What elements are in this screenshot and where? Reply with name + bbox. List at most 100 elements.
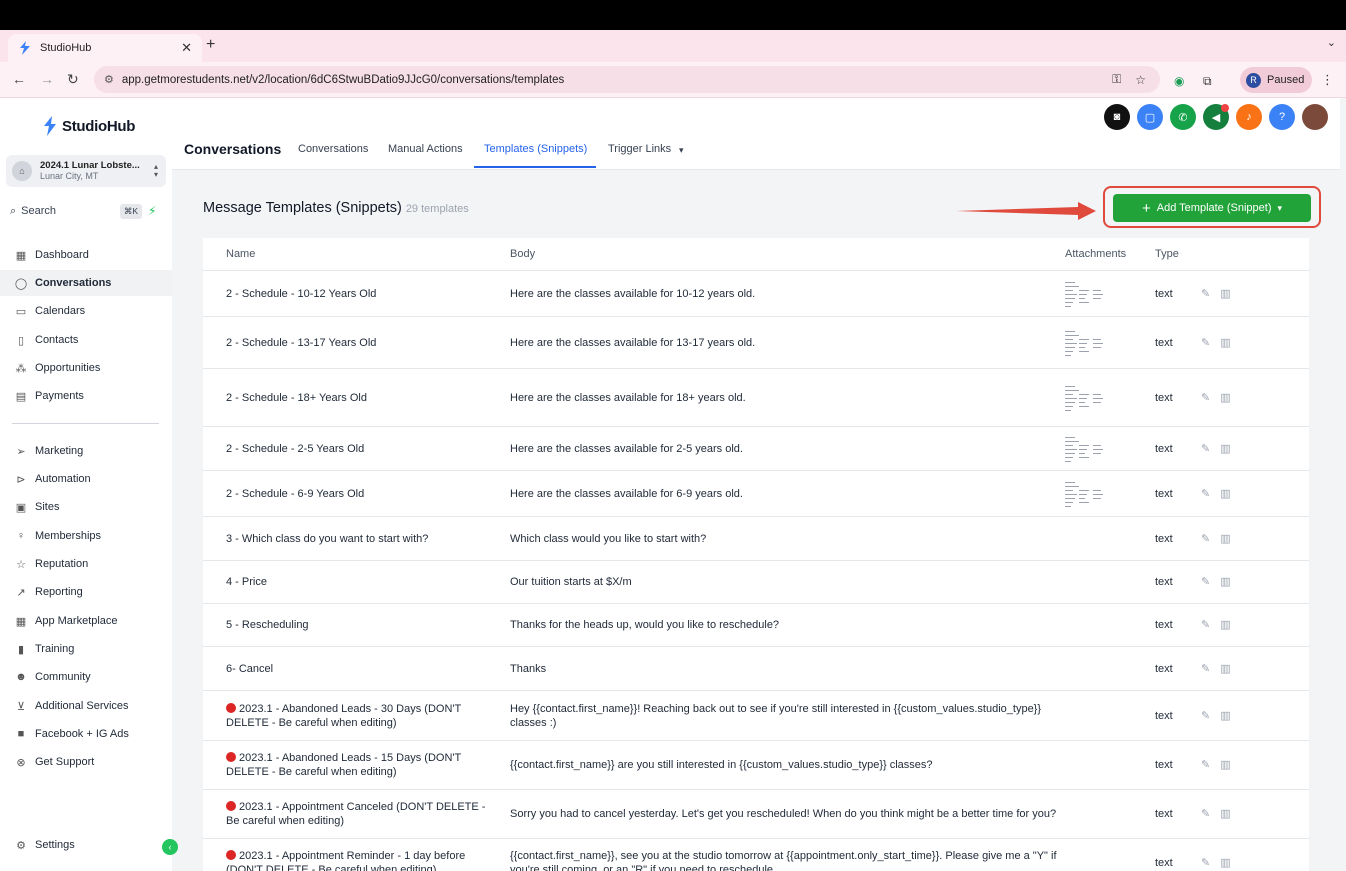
tab-trigger-links[interactable]: Trigger Links [608,143,671,155]
sidebar-item-payments[interactable]: ▤ Payments [0,383,172,409]
trash-icon[interactable]: ▥ [1220,575,1230,589]
add-template-button[interactable]: + Add Template (Snippet) ▾ [1113,194,1311,222]
table-row[interactable]: 2023.1 - Abandoned Leads - 15 Days (DON'… [203,741,1309,790]
extensions-puzzle-icon[interactable]: ⧉ [1203,74,1212,89]
sidebar-item-sites[interactable]: ▣ Sites [0,494,172,520]
trash-icon[interactable]: ▥ [1220,662,1230,676]
table-row[interactable]: 2 - Schedule - 18+ Years Old Here are the… [203,369,1309,427]
sidebar-item-memberships[interactable]: ♀ Memberships [0,523,172,549]
edit-icon[interactable]: ✎ [1201,856,1210,870]
ai-bot-icon[interactable]: ◙ [1104,104,1130,130]
attachment-thumbnail[interactable] [1065,435,1107,463]
help-icon[interactable]: ? [1269,104,1295,130]
column-header-name[interactable]: Name [226,238,255,270]
sidebar: StudioHub ⌂ 2024.1 Lunar Lobste... Lunar… [0,98,178,871]
edit-icon[interactable]: ✎ [1201,532,1210,546]
trash-icon[interactable]: ▥ [1220,442,1230,456]
new-tab-button[interactable]: + [206,36,215,54]
table-row[interactable]: 2023.1 - Appointment Reminder - 1 day be… [203,839,1309,871]
sidebar-item-conversations[interactable]: ◯ Conversations [0,270,172,296]
trash-icon[interactable]: ▥ [1220,807,1230,821]
attachment-thumbnail[interactable] [1065,480,1107,508]
chat-bubble-icon[interactable]: ▢ [1137,104,1163,130]
sidebar-item-facebook-ig-ads[interactable]: ■ Facebook + IG Ads [0,721,172,747]
trash-icon[interactable]: ▥ [1220,487,1230,501]
logo[interactable]: StudioHub [42,116,135,136]
sidebar-item-app-marketplace[interactable]: ▦ App Marketplace [0,608,172,634]
edit-icon[interactable]: ✎ [1201,336,1210,350]
edit-icon[interactable]: ✎ [1201,575,1210,589]
sidebar-item-additional-services[interactable]: ⊻ Additional Services [0,693,172,719]
quick-action-bolt-icon[interactable]: ⚡ [148,204,156,218]
table-row[interactable]: 3 - Which class do you want to start wit… [203,517,1309,561]
edit-icon[interactable]: ✎ [1201,758,1210,772]
attachment-thumbnail[interactable] [1065,280,1107,308]
trash-icon[interactable]: ▥ [1220,532,1230,546]
tab-templates[interactable]: Templates (Snippets) [484,143,587,155]
trash-icon[interactable]: ▥ [1220,287,1230,301]
edit-icon[interactable]: ✎ [1201,807,1210,821]
trash-icon[interactable]: ▥ [1220,709,1230,723]
user-avatar[interactable] [1302,104,1328,130]
tab-close-icon[interactable]: ✕ [181,40,192,56]
sidebar-item-contacts[interactable]: ▯ Contacts [0,327,172,353]
bell-icon[interactable]: ♪ [1236,104,1262,130]
trash-icon[interactable]: ▥ [1220,391,1230,405]
table-row[interactable]: 2 - Schedule - 6-9 Years Old Here are the… [203,471,1309,517]
column-header-body[interactable]: Body [510,238,535,270]
key-icon[interactable]: ⚿ [1112,72,1121,87]
edit-icon[interactable]: ✎ [1201,487,1210,501]
sidebar-item-reporting[interactable]: ↗ Reporting [0,579,172,605]
table-row[interactable]: 6- Cancel Thanks text ✎ ▥ [203,647,1309,691]
edit-icon[interactable]: ✎ [1201,287,1210,301]
sidebar-item-marketing[interactable]: ➢ Marketing [0,438,172,464]
sidebar-item-community[interactable]: ☻ Community [0,664,172,690]
announcement-icon[interactable]: ◀ [1203,104,1229,130]
sidebar-item-automation[interactable]: ⊳ Automation [0,466,172,492]
table-row[interactable]: 4 - Price Our tuition starts at $X/m text ✎… [203,561,1309,604]
attachment-thumbnail[interactable] [1065,329,1107,357]
column-header-type[interactable]: Type [1155,238,1179,270]
table-row[interactable]: 2 - Schedule - 10-12 Years Old Here are t… [203,271,1309,317]
edit-icon[interactable]: ✎ [1201,442,1210,456]
browser-tab[interactable]: StudioHub ✕ [8,34,202,62]
table-row[interactable]: 2 - Schedule - 2-5 Years Old Here are the… [203,427,1309,471]
sidebar-item-opportunities[interactable]: ⁂ Opportunities [0,355,172,381]
sidebar-item-get-support[interactable]: ⊗ Get Support [0,749,172,775]
profile-button[interactable]: R Paused [1240,67,1312,93]
phone-icon[interactable]: ✆ [1170,104,1196,130]
trash-icon[interactable]: ▥ [1220,336,1230,350]
edit-icon[interactable]: ✎ [1201,391,1210,405]
bookmark-star-icon[interactable]: ☆ [1135,73,1146,87]
sidebar-item-dashboard[interactable]: ▦ Dashboard [0,242,172,268]
edit-icon[interactable]: ✎ [1201,662,1210,676]
grammarly-extension-icon[interactable]: ◉ [1174,74,1184,88]
reload-icon[interactable]: ↻ [67,71,79,88]
tab-search-chevron-icon[interactable]: ⌄ [1327,36,1336,49]
tab-manual-actions[interactable]: Manual Actions [388,143,463,155]
site-info-icon[interactable]: ⚙ [104,73,114,86]
forward-icon[interactable]: → [40,71,54,87]
sidebar-search[interactable]: ⌕ Search ⌘K [6,201,142,221]
back-icon[interactable]: ← [12,71,26,87]
sidebar-item-reputation[interactable]: ☆ Reputation [0,551,172,577]
table-row[interactable]: 2 - Schedule - 13-17 Years Old Here are t… [203,317,1309,369]
trash-icon[interactable]: ▥ [1220,758,1230,772]
browser-menu-icon[interactable]: ⋮ [1321,72,1334,88]
trash-icon[interactable]: ▥ [1220,618,1230,632]
table-row[interactable]: 2023.1 - Appointment Canceled (DON'T DEL… [203,790,1309,839]
sidebar-item-training[interactable]: ▮ Training [0,636,172,662]
attachment-thumbnail[interactable] [1065,384,1107,412]
chevron-down-icon[interactable]: ▾ [679,145,684,156]
sidebar-item-settings[interactable]: ⚙ Settings [0,832,172,858]
table-row[interactable]: 2023.1 - Abandoned Leads - 30 Days (DON'… [203,691,1309,741]
trash-icon[interactable]: ▥ [1220,856,1230,870]
tab-conversations[interactable]: Conversations [298,143,368,155]
column-header-attachments[interactable]: Attachments [1065,238,1126,270]
edit-icon[interactable]: ✎ [1201,709,1210,723]
edit-icon[interactable]: ✎ [1201,618,1210,632]
table-row[interactable]: 5 - Rescheduling Thanks for the heads up,… [203,604,1309,647]
location-switcher[interactable]: ⌂ 2024.1 Lunar Lobste... Lunar City, MT … [6,155,166,187]
url-bar[interactable]: ⚙ app.getmorestudents.net/v2/location/6d… [94,66,1160,93]
sidebar-item-calendars[interactable]: ▭ Calendars [0,298,172,324]
